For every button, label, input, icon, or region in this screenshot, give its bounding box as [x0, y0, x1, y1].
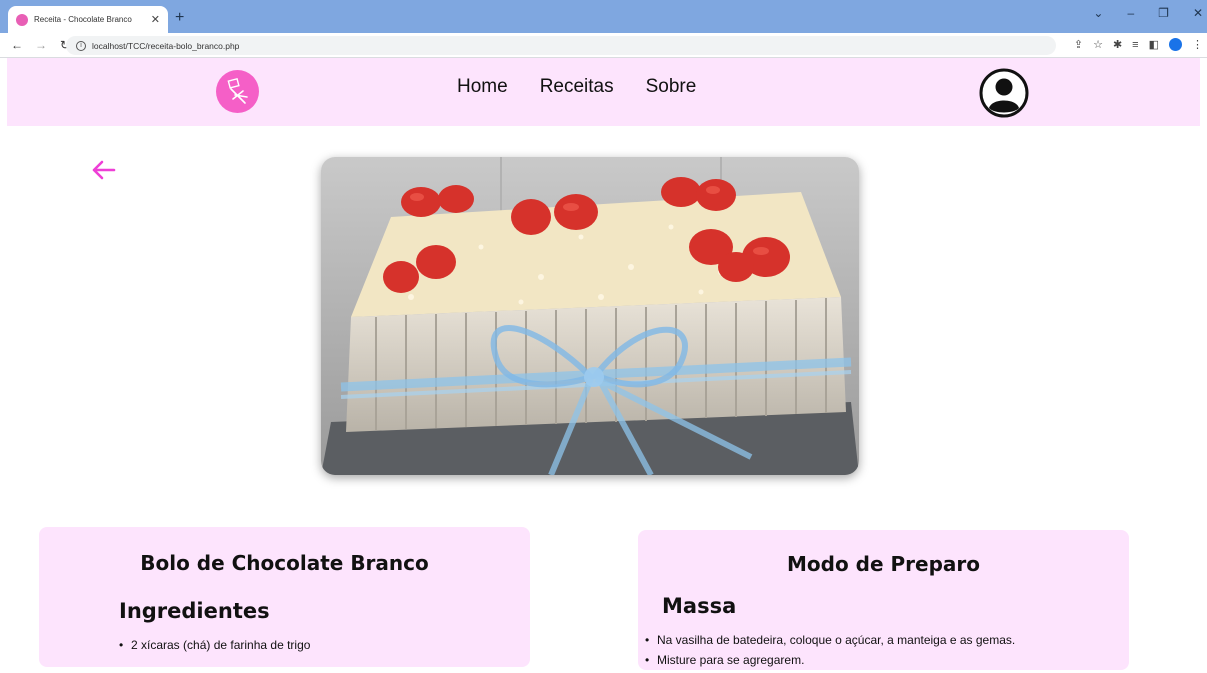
- main-nav: Home Receitas Sobre: [457, 76, 696, 98]
- menu-icon[interactable]: ⋮: [1192, 38, 1203, 51]
- bookmark-star-icon[interactable]: ☆: [1093, 38, 1103, 51]
- browser-extensions: ⇪ ☆ ✱ ≡ ◧ ⋮: [1074, 38, 1203, 51]
- logo-icon[interactable]: [216, 70, 259, 113]
- side-panel-icon[interactable]: ◧: [1149, 38, 1159, 51]
- massa-heading: Massa: [662, 594, 737, 618]
- user-circle-icon[interactable]: [979, 68, 1029, 118]
- recipe-image: [321, 157, 859, 475]
- nav-home[interactable]: Home: [457, 76, 508, 98]
- nav-sobre[interactable]: Sobre: [646, 76, 697, 98]
- minimize-icon[interactable]: –: [1127, 6, 1134, 20]
- url-text: localhost/TCC/receita-bolo_branco.php: [92, 40, 240, 51]
- ingredients-list: 2 xícaras (chá) de farinha de trigo: [119, 638, 310, 658]
- window-controls: ⌄ – ❐ ✕: [1093, 6, 1203, 20]
- preparation-card: Modo de Preparo Massa Na vasilha de bate…: [638, 530, 1129, 670]
- tab-title: Receita - Chocolate Branco: [34, 15, 132, 24]
- site-header: Home Receitas Sobre: [7, 58, 1200, 126]
- list-item: 2 xícaras (chá) de farinha de trigo: [119, 638, 310, 652]
- close-tab-icon[interactable]: ✕: [151, 13, 160, 26]
- restore-icon[interactable]: ❐: [1158, 6, 1169, 20]
- share-icon[interactable]: ⇪: [1074, 38, 1083, 51]
- recipe-title: Bolo de Chocolate Branco: [140, 551, 429, 575]
- close-window-icon[interactable]: ✕: [1193, 6, 1203, 20]
- arrow-left-icon[interactable]: [90, 158, 116, 182]
- browser-tab-bar: Receita - Chocolate Branco ✕ + ⌄ – ❐ ✕: [0, 0, 1207, 33]
- new-tab-icon[interactable]: +: [175, 10, 184, 26]
- info-icon[interactable]: i: [76, 40, 86, 51]
- browser-tab[interactable]: Receita - Chocolate Branco ✕: [8, 6, 168, 33]
- list-item: Na vasilha de batedeira, coloque o açúca…: [645, 633, 1125, 647]
- nav-receitas[interactable]: Receitas: [540, 76, 614, 98]
- back-nav-icon[interactable]: ←: [10, 38, 24, 52]
- list-item: Misture para se agregarem.: [645, 653, 1125, 667]
- profile-icon[interactable]: [1169, 38, 1182, 51]
- extensions-icon[interactable]: ✱: [1113, 38, 1122, 51]
- chevron-down-icon[interactable]: ⌄: [1093, 6, 1103, 20]
- ingredients-heading: Ingredientes: [119, 599, 270, 623]
- forward-nav-icon[interactable]: →: [34, 38, 48, 52]
- ingredients-card: Bolo de Chocolate Branco Ingredientes 2 …: [39, 527, 530, 667]
- address-bar[interactable]: i localhost/TCC/receita-bolo_branco.php: [66, 36, 1056, 55]
- preparation-title: Modo de Preparo: [786, 552, 980, 576]
- reading-list-icon[interactable]: ≡: [1132, 39, 1138, 51]
- preparation-steps: Na vasilha de batedeira, coloque o açúca…: [645, 633, 1125, 673]
- favicon-icon: [16, 13, 28, 26]
- browser-toolbar: ← → ↻ i localhost/TCC/receita-bolo_branc…: [0, 33, 1207, 58]
